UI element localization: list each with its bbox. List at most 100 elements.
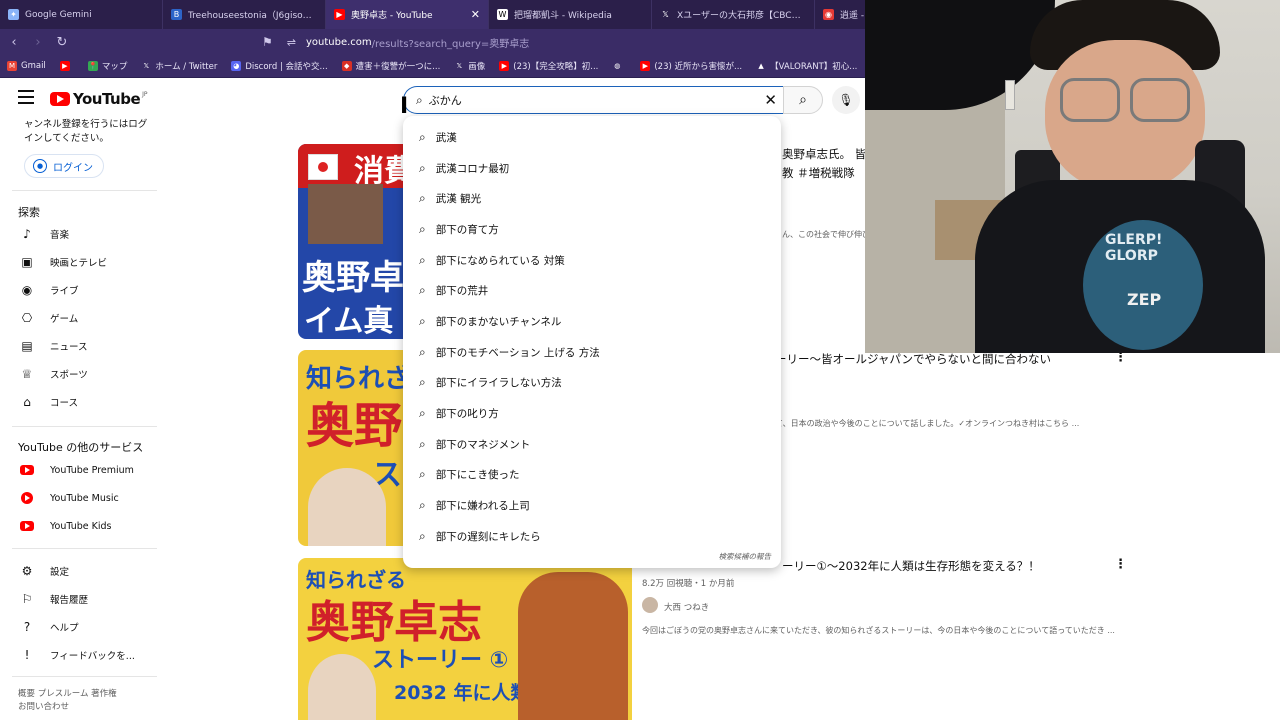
clear-search-button[interactable]: ✕ (764, 91, 777, 109)
video-title[interactable]: 奥野卓志氏。 皆こ (782, 146, 865, 162)
sidebar-item[interactable]: ⎔ ゲーム (18, 308, 78, 328)
live-icon: ◉ (21, 283, 33, 297)
sidebar-item[interactable]: ♕ スポーツ (18, 364, 88, 384)
bookmark-item[interactable]: 𝕏 画像 (447, 60, 492, 72)
forward-button[interactable]: › (28, 35, 48, 50)
thumb-text: 奥野 (306, 398, 403, 454)
sidebar-item[interactable]: YouTube Premium (18, 460, 134, 480)
bookmark-item[interactable]: ▶ (23) 近所から害懐が... (633, 60, 749, 72)
sidebar-item-label: フィードバックを... (50, 651, 135, 662)
bookmark-item[interactable]: ▶ (23)【完全攻略】初... (492, 60, 605, 72)
search-button[interactable]: ⌕ (783, 86, 823, 114)
search-suggestion[interactable]: ⌕ 部下の遅刻にキレたら (403, 521, 781, 552)
video-title[interactable]: ーリー〜皆オールジャパンでやらないと間に合わない (775, 351, 1115, 367)
sidebar-item-label: YouTube Kids (50, 520, 112, 532)
sidebar-item[interactable]: YouTube Kids (18, 516, 112, 536)
channel-avatar[interactable] (642, 597, 658, 613)
bookmark-label: (23) 近所から害懐が... (654, 62, 743, 72)
logo-text: YouTube (73, 90, 141, 108)
search-icon: ⌕ (419, 221, 426, 236)
video-title[interactable]: ーリー①〜2032年に人類は生存形態を変える？！ (782, 558, 1117, 574)
search-icon: ⌕ (419, 129, 426, 144)
sidebar-item[interactable]: ! フィードバックを... (18, 645, 135, 665)
search-suggestion[interactable]: ⌕ 武漢コロナ最初 (403, 153, 781, 184)
youtube-premium-icon (20, 465, 34, 475)
youtube-logo[interactable]: YouTube JP (50, 90, 148, 108)
sidebar-item[interactable]: ▤ ニュース (18, 336, 87, 356)
browser-tab[interactable]: B Treehouseestonia（J6gisoo）: (163, 0, 326, 29)
bookmark-label: 遭害＋復讐が一つに... (355, 62, 441, 72)
reload-button[interactable]: ↻ (52, 35, 72, 50)
footer-links[interactable]: 概要 プレスルーム 著作権 お問い合わせ (18, 688, 117, 714)
sidebar-item-label: 音楽 (50, 230, 70, 241)
webcam-overlay: GLERP! GLORP ZEP (865, 0, 1280, 353)
sidebar-item[interactable]: ⌂ コース (18, 392, 78, 412)
bookmark-item[interactable]: ▲ 【VALORANT】初心... (749, 60, 864, 72)
explore-heading: 探索 (18, 206, 40, 219)
thumb-text: 奥野卓 (302, 258, 404, 298)
login-label: ログイン (53, 162, 93, 174)
search-suggestion[interactable]: ⌕ 部下にイライラしない方法 (403, 368, 781, 399)
more-actions-icon[interactable]: ⋮ (1114, 557, 1127, 572)
search-suggestion[interactable]: ⌕ 武漢 (403, 122, 781, 153)
shirt-print: GLERP! GLORP (1105, 232, 1163, 264)
bookmark-star-icon[interactable]: ⚑ (262, 35, 273, 49)
suggestion-text: 武漢コロナ最初 (435, 162, 510, 175)
back-button[interactable]: ‹ (4, 35, 24, 50)
channel-name[interactable]: 大西 つねき (664, 601, 709, 613)
browser-tab[interactable]: ✦ Google Gemini (0, 0, 163, 29)
trophy-icon: ♕ (21, 367, 33, 381)
sidebar-item[interactable]: ⚙ 設定 (18, 561, 69, 581)
search-suggestion[interactable]: ⌕ 部下の叱り方 (403, 398, 781, 429)
search-suggestion[interactable]: ⌕ 部下の荒井 (403, 275, 781, 306)
bookmark-item[interactable]: ◕ Discord | 会話や交... (224, 60, 334, 72)
sidebar-item[interactable]: ◉ ライブ (18, 280, 79, 300)
browser-tab[interactable]: ◉ 逍遥 - E (815, 0, 865, 29)
search-suggestion[interactable]: ⌕ 部下の育て方 (403, 214, 781, 245)
news-icon: ▤ (21, 339, 33, 353)
bookmark-item[interactable]: 𝕏 ホーム / Twitter (134, 60, 224, 72)
search-icon: ⌕ (419, 528, 426, 543)
thumb-text: 奥野卓志 (306, 597, 482, 648)
search-suggestions-dropdown: ⌕ 武漢 ⌕ 武漢コロナ最初 ⌕ 武漢 観光 ⌕ 部下の育て方 ⌕ 部下になめられている 対策 ⌕ 部… (403, 116, 781, 568)
bookmark-item[interactable]: ▶ (53, 61, 81, 71)
search-suggestion[interactable]: ⌕ 部下のモチベーション 上げる 方法 (403, 337, 781, 368)
bookmark-item[interactable]: ◆ 遭害＋復讐が一つに... (335, 60, 448, 72)
sidebar-item-label: ライブ (50, 286, 79, 297)
bookmark-item[interactable]: ◍ (605, 61, 633, 71)
search-suggestion[interactable]: ⌕ 部下に嫌われる上司 (403, 490, 781, 521)
sidebar-item[interactable]: ? ヘルプ (18, 617, 79, 637)
bookmark-item[interactable]: M Gmail (0, 61, 53, 71)
search-input[interactable] (428, 93, 729, 107)
video-thumbnail[interactable]: 知られざる 奥野卓志 ストーリー ① 2032 年に人類は (298, 558, 632, 720)
sidebar-item-label: ヘルプ (50, 623, 79, 634)
video-subtitle[interactable]: 教 ＃増税戦隊 (782, 165, 865, 181)
browser-tab[interactable]: W 把瑠都凱斗 - Wikipedia (489, 0, 652, 29)
close-icon[interactable]: ✕ (471, 8, 480, 21)
footer-line[interactable]: お問い合わせ (18, 701, 117, 714)
sidebar-item[interactable]: ⚐ 報告履歴 (18, 589, 88, 609)
report-suggestions-link[interactable]: 検索候補の報告 (719, 551, 772, 562)
voice-search-button[interactable]: 🎙 (832, 86, 860, 114)
suggestion-text: 部下のまかないチャンネル (435, 315, 562, 328)
url-field[interactable]: ⚑ ⇌ youtube.com /results?search_query=奥野… (262, 35, 529, 50)
search-suggestion[interactable]: ⌕ 武漢 観光 (403, 183, 781, 214)
sidebar-item[interactable]: ♪ 音楽 (18, 224, 69, 244)
search-suggestion[interactable]: ⌕ 部下になめられている 対策 (403, 245, 781, 276)
bookmark-item[interactable]: 📍 マップ (81, 60, 135, 72)
globe-icon: ◍ (612, 61, 623, 71)
divider (12, 190, 157, 191)
site-info-icon[interactable]: ⇌ (287, 36, 296, 49)
search-suggestion[interactable]: ⌕ 部下のまかないチャンネル (403, 306, 781, 337)
browser-tab[interactable]: ▶ 奥野卓志 - YouTube ✕ (326, 0, 489, 29)
search-icon: ⌕ (419, 344, 426, 359)
search-box[interactable]: ⌕ ✕ (403, 86, 783, 114)
browser-tab[interactable]: 𝕏 Xユーザーの大石邦彦【CBCテレビ解説委 (652, 0, 815, 29)
menu-icon[interactable] (18, 90, 34, 104)
login-button[interactable]: ● ログイン (24, 154, 104, 178)
footer-line[interactable]: 概要 プレスルーム 著作権 (18, 688, 117, 701)
sidebar-item[interactable]: ▣ 映画とテレビ (18, 252, 107, 272)
sidebar-item[interactable]: YouTube Music (18, 488, 119, 508)
search-suggestion[interactable]: ⌕ 部下のマネジメント (403, 429, 781, 460)
search-suggestion[interactable]: ⌕ 部下にこき使った (403, 460, 781, 491)
